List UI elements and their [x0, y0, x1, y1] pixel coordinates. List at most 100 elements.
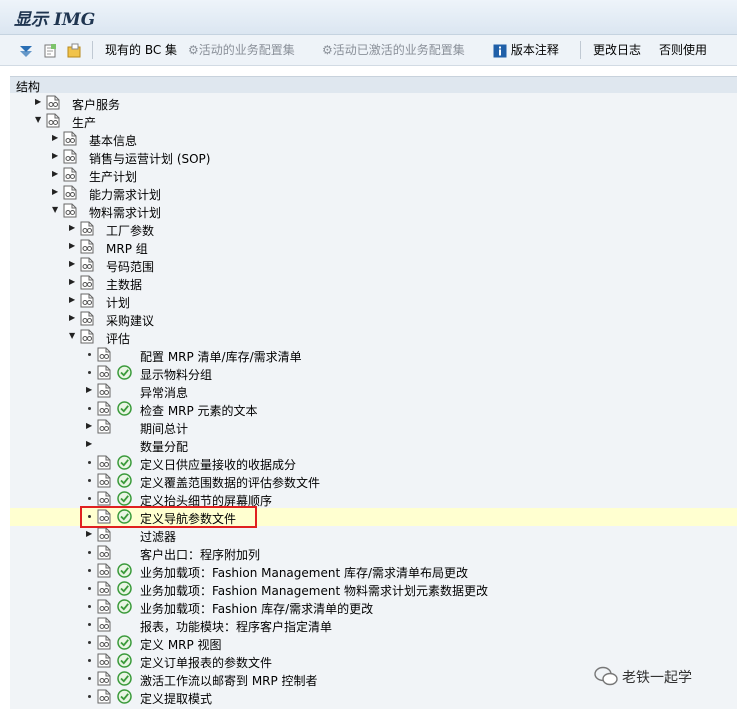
tree-node-label[interactable]: 激活工作流以邮寄到 MRP 控制者 — [140, 672, 318, 689]
collapsed-node-icon[interactable]: ▶ — [52, 134, 60, 142]
tree-row[interactable]: ▶ 过滤器 — [10, 526, 737, 544]
expanded-node-icon[interactable]: ▼ — [69, 332, 77, 340]
tree-node-label[interactable]: 检查 MRP 元素的文本 — [140, 402, 258, 419]
documentation-icon[interactable] — [63, 131, 77, 146]
documentation-icon[interactable] — [97, 617, 111, 632]
documentation-icon[interactable] — [46, 113, 60, 128]
tree-node-label[interactable]: 定义日供应量接收的收据成分 — [140, 456, 296, 473]
documentation-icon[interactable] — [97, 635, 111, 650]
collapsed-node-icon[interactable]: ▶ — [69, 314, 77, 322]
documentation-icon[interactable] — [80, 275, 94, 290]
expand-tree-icon[interactable] — [18, 41, 34, 59]
bc-set-button[interactable]: 现有的 BC 集 — [105, 41, 177, 59]
tree-row[interactable]: 客户出口：程序附加列 — [10, 544, 737, 562]
tree-node-label[interactable]: 计划 — [106, 294, 130, 311]
documentation-icon[interactable] — [97, 527, 111, 542]
execute-activity-icon[interactable] — [117, 653, 132, 668]
tree-row[interactable]: ▼ 生产 — [10, 112, 737, 130]
tree-row[interactable]: 定义日供应量接收的收据成分 — [10, 454, 737, 472]
tree-row[interactable]: ▶ 数量分配 — [10, 436, 737, 455]
execute-activity-icon[interactable] — [117, 455, 132, 470]
tree-node-label[interactable]: 生产 — [72, 114, 96, 131]
tree-node-label[interactable]: 显示物料分组 — [140, 366, 212, 383]
tree-row[interactable]: 配置 MRP 清单/库存/需求清单 — [10, 346, 737, 364]
documentation-icon[interactable] — [97, 545, 111, 560]
folder-icon[interactable] — [66, 41, 82, 59]
documentation-icon[interactable] — [63, 185, 77, 200]
execute-activity-icon[interactable] — [117, 401, 132, 416]
tree-node-label[interactable]: 定义 MRP 视图 — [140, 636, 222, 653]
documentation-icon[interactable] — [80, 329, 94, 344]
tree-row[interactable]: 定义提取模式 — [10, 688, 737, 706]
documentation-icon[interactable] — [97, 473, 111, 488]
tree-node-label[interactable]: 采购建议 — [106, 312, 154, 329]
documentation-icon[interactable] — [63, 149, 77, 164]
documentation-icon[interactable] — [97, 455, 111, 470]
documentation-icon[interactable] — [97, 365, 111, 380]
documentation-icon[interactable] — [97, 491, 111, 506]
execute-activity-icon[interactable] — [117, 563, 132, 578]
documentation-icon[interactable] — [97, 599, 111, 614]
documentation-icon[interactable] — [97, 581, 111, 596]
tree-row[interactable]: ▶ 计划 — [10, 292, 737, 310]
tree-node-label[interactable]: 主数据 — [106, 276, 142, 293]
tree-row[interactable]: 业务加载项：Fashion Management 库存/需求清单布局更改 — [10, 562, 737, 580]
tree-node-label[interactable]: 异常消息 — [140, 384, 188, 401]
tree-row[interactable]: 业务加载项：Fashion Management 物料需求计划元素数据更改 — [10, 580, 737, 598]
tree-row[interactable]: ▶ 主数据 — [10, 274, 737, 292]
tree-node-label[interactable]: 配置 MRP 清单/库存/需求清单 — [140, 348, 302, 365]
collapsed-node-icon[interactable]: ▶ — [35, 98, 43, 106]
tree-node-label[interactable]: MRP 组 — [106, 240, 148, 257]
release-notes-button[interactable]: 版本注释 — [493, 41, 559, 59]
change-log-button[interactable]: 更改日志 — [593, 41, 641, 59]
collapsed-node-icon[interactable]: ▶ — [69, 260, 77, 268]
tree-row[interactable]: ▶ 生产计划 — [10, 166, 737, 184]
tree-node-label[interactable]: 期间总计 — [140, 420, 188, 437]
collapsed-node-icon[interactable]: ▶ — [69, 296, 77, 304]
documentation-icon[interactable] — [46, 95, 60, 110]
tree-row[interactable]: ▶ MRP 组 — [10, 238, 737, 256]
tree-row[interactable]: 业务加载项：Fashion 库存/需求清单的更改 — [10, 598, 737, 616]
collapsed-node-icon[interactable]: ▶ — [69, 224, 77, 232]
tree-node-label[interactable]: 生产计划 — [89, 168, 137, 185]
collapsed-node-icon[interactable]: ▶ — [86, 440, 94, 448]
documentation-icon[interactable] — [97, 563, 111, 578]
tree-row[interactable]: ▶ 号码范围 — [10, 256, 737, 274]
tree-row[interactable]: ▶ 异常消息 — [10, 382, 737, 400]
tree-node-label[interactable]: 评估 — [106, 330, 130, 347]
tree-row[interactable]: 显示物料分组 — [10, 364, 737, 382]
collapsed-node-icon[interactable]: ▶ — [52, 152, 60, 160]
expanded-node-icon[interactable]: ▼ — [52, 206, 60, 214]
tree-node-label[interactable]: 业务加载项：Fashion Management 库存/需求清单布局更改 — [140, 564, 468, 581]
tree-node-label[interactable]: 业务加载项：Fashion Management 物料需求计划元素数据更改 — [140, 582, 488, 599]
tree-node-label[interactable]: 客户服务 — [72, 96, 120, 113]
documentation-icon[interactable] — [80, 221, 94, 236]
execute-activity-icon[interactable] — [117, 689, 132, 704]
tree-node-label[interactable]: 业务加载项：Fashion 库存/需求清单的更改 — [140, 600, 373, 617]
tree-row[interactable]: ▶ 能力需求计划 — [10, 184, 737, 202]
activated-config-button[interactable]: ⚙活动已激活的业务配置集 — [322, 41, 465, 59]
collapsed-node-icon[interactable]: ▶ — [69, 242, 77, 250]
tree-row[interactable]: 定义 MRP 视图 — [10, 634, 737, 652]
tree-node-label[interactable]: 物料需求计划 — [89, 204, 161, 221]
tree-node-label[interactable]: 定义覆盖范围数据的评估参数文件 — [140, 474, 320, 491]
collapsed-node-icon[interactable]: ▶ — [86, 530, 94, 538]
tree-node-label[interactable]: 工厂参数 — [106, 222, 154, 239]
tree-node-label[interactable]: 数量分配 — [140, 438, 188, 455]
execute-activity-icon[interactable] — [117, 491, 132, 506]
tree-row[interactable]: ▶ 客户服务 — [10, 94, 737, 112]
tree-row[interactable]: ▶ 基本信息 — [10, 130, 737, 148]
execute-activity-icon[interactable] — [117, 473, 132, 488]
tree-row[interactable]: ▼ 评估 — [10, 328, 737, 346]
documentation-icon[interactable] — [97, 401, 111, 416]
tree-row[interactable]: ▶ 工厂参数 — [10, 220, 737, 238]
new-document-icon[interactable] — [42, 41, 58, 59]
documentation-icon[interactable] — [97, 419, 111, 434]
tree-node-label[interactable]: 报表，功能模块：程序客户指定清单 — [140, 618, 332, 635]
tree-row[interactable]: ▶ 采购建议 — [10, 310, 737, 328]
tree-row[interactable]: ▶ 销售与运营计划 (SOP) — [10, 148, 737, 166]
documentation-icon[interactable] — [97, 347, 111, 362]
documentation-icon[interactable] — [97, 653, 111, 668]
documentation-icon[interactable] — [80, 257, 94, 272]
documentation-icon[interactable] — [80, 293, 94, 308]
